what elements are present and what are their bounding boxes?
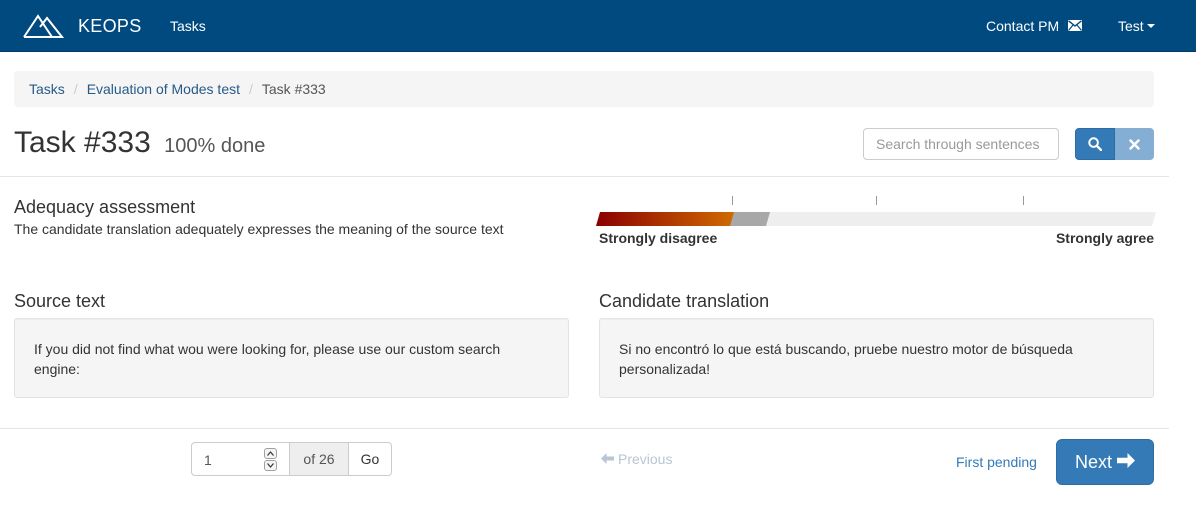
source-text-panel: If you did not find what wou were lookin…: [14, 318, 569, 398]
breadcrumb-project[interactable]: Evaluation of Modes test: [87, 81, 240, 97]
page-jump-group: 1 of 26 Go: [191, 442, 392, 476]
contact-pm-label: Contact PM: [986, 18, 1060, 34]
slider-min-label: Strongly disagree: [599, 230, 718, 246]
breadcrumb: Tasks / Evaluation of Modes test / Task …: [14, 71, 1154, 107]
source-text: If you did not find what wou were lookin…: [34, 341, 501, 377]
task-title: Task #333: [14, 126, 151, 159]
nav-contact-pm-link[interactable]: Contact PM: [986, 18, 1083, 34]
brand[interactable]: KEOPS: [22, 11, 142, 41]
breadcrumb-separator: /: [73, 81, 78, 97]
divider: [0, 428, 1169, 429]
page-number-input[interactable]: 1: [191, 442, 290, 476]
caret-down-icon: [1146, 24, 1155, 28]
previous-label: Previous: [618, 451, 673, 467]
slider-fill: [596, 212, 734, 226]
candidate-translation-panel: Si no encontró lo que está buscando, pru…: [599, 318, 1154, 398]
arrow-left-icon: [601, 451, 614, 467]
next-button[interactable]: Next: [1056, 439, 1154, 485]
slider-tick: [876, 196, 877, 205]
breadcrumb-current: Task #333: [261, 81, 326, 97]
task-progress: 100% done: [164, 135, 266, 157]
spin-up-icon[interactable]: [264, 448, 277, 459]
page-total-addon: of 26: [290, 442, 348, 476]
slider-max-label: Strongly agree: [1055, 230, 1154, 246]
brand-name: KEOPS: [78, 15, 142, 36]
arrow-right-icon: [1117, 452, 1135, 473]
slider-tick: [732, 196, 733, 205]
candidate-translation-text: Si no encontró lo que está buscando, pru…: [619, 341, 1073, 377]
page-title: Task #333 100% done: [14, 126, 265, 160]
source-text-title: Source text: [14, 291, 106, 311]
slider-tick: [1023, 196, 1024, 205]
candidate-translation-title: Candidate translation: [599, 291, 770, 311]
assessment-title: Adequacy assessment: [14, 197, 196, 217]
go-button[interactable]: Go: [348, 442, 392, 476]
clear-search-button[interactable]: [1115, 128, 1154, 160]
top-navbar: KEOPS Tasks Contact PM Test: [0, 0, 1196, 52]
mountain-logo-icon: [23, 14, 64, 38]
user-name: Test: [1118, 18, 1144, 34]
next-label: Next: [1074, 451, 1112, 472]
divider: [0, 176, 1169, 177]
spin-down-icon[interactable]: [264, 460, 277, 471]
first-pending-link[interactable]: First pending: [956, 454, 1037, 470]
search-icon: [1088, 137, 1102, 151]
breadcrumb-tasks[interactable]: Tasks: [29, 81, 65, 97]
slider-track[interactable]: [596, 212, 1156, 226]
envelope-icon: [1068, 18, 1083, 34]
close-icon: [1129, 138, 1140, 150]
previous-button[interactable]: Previous: [601, 451, 672, 467]
page-number-value: 1: [204, 452, 212, 468]
assessment-description: The candidate translation adequately exp…: [14, 221, 504, 237]
user-menu-toggle[interactable]: Test: [1118, 18, 1155, 34]
search-button[interactable]: [1075, 128, 1115, 160]
breadcrumb-separator: /: [249, 81, 253, 97]
nav-tasks-link[interactable]: Tasks: [170, 18, 206, 34]
sentence-search-input[interactable]: [863, 128, 1059, 160]
